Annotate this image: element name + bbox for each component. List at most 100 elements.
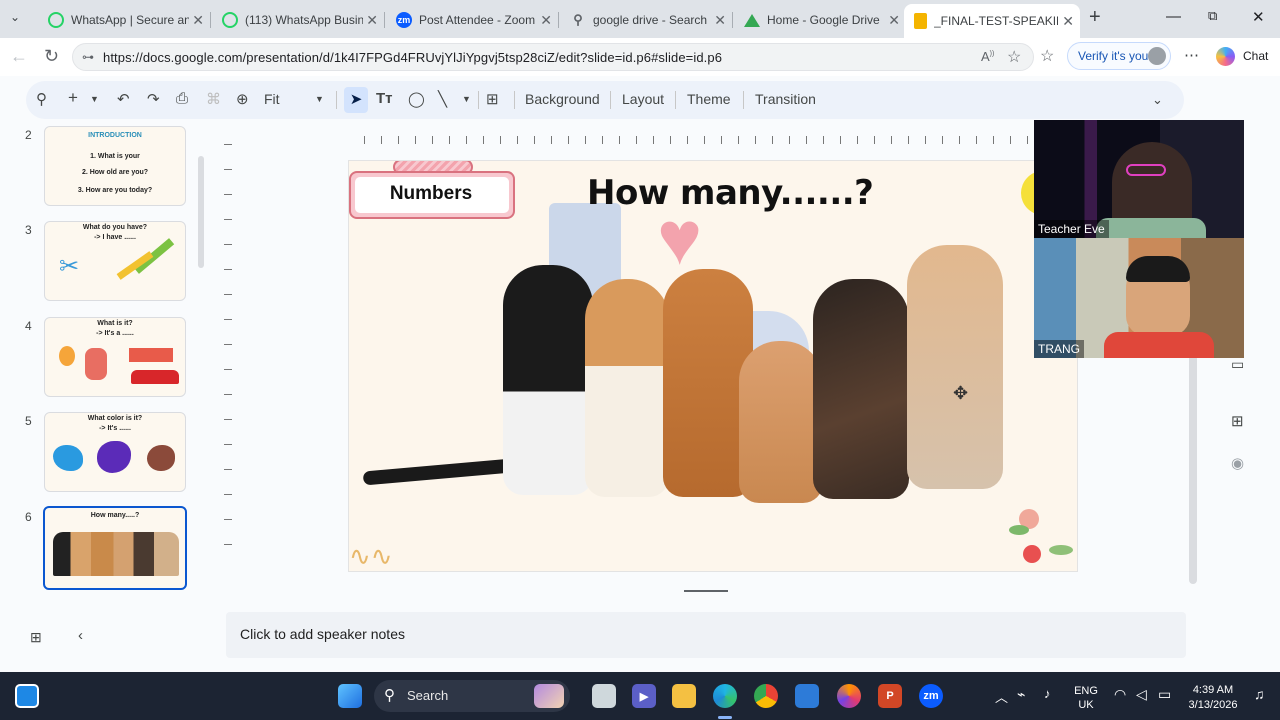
chrome-icon[interactable] [754, 684, 778, 708]
chat-button[interactable]: Chat [1243, 49, 1268, 63]
slide-heading[interactable]: How many......? [587, 173, 874, 213]
tab-slides-active[interactable]: _FINAL-TEST-SPEAKING ✕ [904, 4, 1080, 38]
site-info-icon[interactable]: ⊶ [82, 50, 94, 64]
speaker-notes-placeholder[interactable]: Click to add speaker notes [240, 626, 405, 642]
shirt-detail [1096, 218, 1206, 238]
new-slide-icon[interactable]: + [68, 88, 78, 108]
taskbar-search[interactable]: ⚲ Search [374, 680, 570, 712]
participant-name: Teacher Eve [1034, 220, 1109, 238]
line-icon[interactable]: ╲ [438, 90, 447, 108]
firefox-icon[interactable] [837, 684, 861, 708]
current-slide[interactable]: ♥ Numbers How many......? ✥ ∿∿ [348, 160, 1078, 572]
minimize-icon[interactable]: — [1166, 8, 1181, 25]
wifi-icon[interactable]: ◠ [1114, 686, 1126, 703]
search-icon: ⚲ [573, 12, 583, 27]
start-button[interactable] [338, 684, 362, 708]
bookmark-star-icon[interactable]: ☆ [1007, 47, 1021, 67]
layout-button[interactable]: Layout [622, 91, 664, 107]
zoom-app-icon[interactable]: zm [919, 684, 943, 708]
task-view-icon[interactable] [592, 684, 616, 708]
new-tab-button[interactable]: + [1089, 6, 1101, 29]
grid-view-icon[interactable]: ⊞ [30, 629, 42, 646]
active-app-indicator [718, 716, 732, 719]
more-menu-icon[interactable]: ⋯ [1184, 46, 1199, 64]
tab-google-search[interactable]: ⚲ google drive - Search ✕ [560, 6, 732, 34]
notifications-icon[interactable]: ♫ [1254, 686, 1265, 702]
background-button[interactable]: Background [525, 91, 600, 107]
back-icon[interactable]: ← [10, 46, 28, 67]
search-menus-icon[interactable]: ⚲ [36, 90, 47, 108]
slide-thumbnail-4[interactable]: What is it? -> It's a ...... [44, 317, 186, 397]
verify-button[interactable]: Verify it's you [1067, 42, 1171, 70]
powerpoint-icon[interactable]: P [878, 684, 902, 708]
cats-image[interactable] [362, 245, 1003, 511]
chevron-down-icon[interactable]: ▼ [462, 94, 471, 104]
widgets-icon[interactable] [15, 684, 39, 708]
teams-icon[interactable]: ▶ [632, 684, 656, 708]
get-addons-icon[interactable]: ◉ [1231, 454, 1244, 472]
tab-search-button[interactable]: ⌄ [10, 10, 28, 28]
close-icon[interactable]: ✕ [540, 12, 552, 29]
filmstrip-scrollbar[interactable] [198, 156, 204, 268]
tab-whatsapp-business[interactable]: (113) WhatsApp Busine ✕ [212, 6, 384, 34]
favorites-icon[interactable]: ☆ [1040, 46, 1054, 66]
comment-icon[interactable]: ⊞ [486, 90, 499, 108]
select-tool-button[interactable]: ➤ [344, 87, 368, 113]
tab-whatsapp[interactable]: WhatsApp | Secure and ✕ [38, 6, 210, 34]
thumbnail-title: How many.....? [90, 512, 140, 519]
speaker-notes[interactable]: Click to add speaker notes [226, 612, 1186, 658]
slide-thumbnail-3[interactable]: What do you have? -> I have ...... ✂ [44, 221, 186, 301]
shape-icon[interactable]: ◯ [408, 90, 425, 108]
label-box: Numbers [349, 171, 515, 219]
search-highlight-icon [534, 684, 564, 708]
file-explorer-icon[interactable] [672, 684, 696, 708]
collapse-filmstrip-icon[interactable]: ‹ [78, 627, 83, 644]
battery-icon[interactable]: ▭ [1158, 686, 1171, 703]
microphone-icon[interactable]: ♪ [1044, 686, 1051, 701]
video-tile-student[interactable]: TRANG [1034, 238, 1244, 358]
zoom-icon[interactable]: ⊕ [236, 90, 249, 108]
video-tile-teacher[interactable]: Teacher Eve [1034, 120, 1244, 238]
close-icon[interactable]: ✕ [192, 12, 204, 29]
text-box-icon[interactable]: Tт [376, 90, 393, 107]
edge-icon[interactable] [713, 684, 737, 708]
chevron-down-icon[interactable]: ▼ [90, 94, 99, 104]
language-indicator[interactable]: ENG UK [1070, 684, 1102, 712]
network-off-icon[interactable]: ⌁ [1017, 686, 1025, 703]
close-icon[interactable]: ✕ [714, 12, 726, 29]
close-icon[interactable]: ✕ [366, 12, 378, 29]
volume-icon[interactable]: ◁ [1136, 686, 1147, 703]
slide-thumbnail-2[interactable]: INTRODUCTION 1. What is your 2. How old … [44, 126, 186, 206]
clock[interactable]: 4:39 AM 3/13/2026 [1184, 683, 1242, 713]
close-icon[interactable]: ✕ [888, 12, 900, 29]
theme-button[interactable]: Theme [687, 91, 731, 107]
add-on-icon[interactable]: ⊞ [1231, 412, 1244, 430]
transition-button[interactable]: Transition [755, 91, 816, 107]
search-label: Search [407, 688, 449, 703]
chevron-down-icon[interactable]: ▼ [315, 94, 324, 104]
undo-icon[interactable]: ↶ [117, 90, 130, 108]
google-drive-icon [744, 13, 760, 27]
close-icon[interactable]: ✕ [1062, 13, 1074, 30]
redo-icon[interactable]: ↷ [147, 90, 160, 108]
flower-decoration [1023, 545, 1041, 563]
reload-icon[interactable]: ↻ [44, 46, 59, 67]
read-aloud-icon[interactable]: A)) [981, 49, 994, 64]
paint-format-icon[interactable]: ⌘ [206, 90, 221, 108]
slide-thumbnail-6[interactable]: How many.....? [43, 506, 187, 590]
slide-thumbnail-5[interactable]: What color is it? -> It's ...... [44, 412, 186, 492]
tab-google-drive[interactable]: Home - Google Drive ✕ [734, 6, 906, 34]
show-hidden-icons[interactable]: ︿ [995, 687, 1008, 706]
collapse-toolbar-icon[interactable]: ⌄ [1152, 92, 1163, 108]
url-text[interactable]: https://docs.google.com/presentation/d/1… [103, 50, 722, 65]
zoom-select[interactable]: Fit [264, 91, 280, 107]
tab-zoom[interactable]: zm Post Attendee - Zoom ✕ [386, 6, 558, 34]
copilot-icon[interactable] [1216, 47, 1235, 66]
store-icon[interactable] [795, 684, 819, 708]
window-close-icon[interactable]: ✕ [1252, 8, 1265, 26]
restore-icon[interactable]: ⧉ [1208, 8, 1217, 24]
canvas-resize-handle[interactable] [684, 590, 728, 592]
side-panel-icon[interactable]: ▭ [1231, 356, 1244, 373]
address-bar[interactable]: ⊶ https://docs.google.com/presentation/d… [72, 43, 1034, 71]
print-icon[interactable]: ⎙ [176, 90, 188, 107]
